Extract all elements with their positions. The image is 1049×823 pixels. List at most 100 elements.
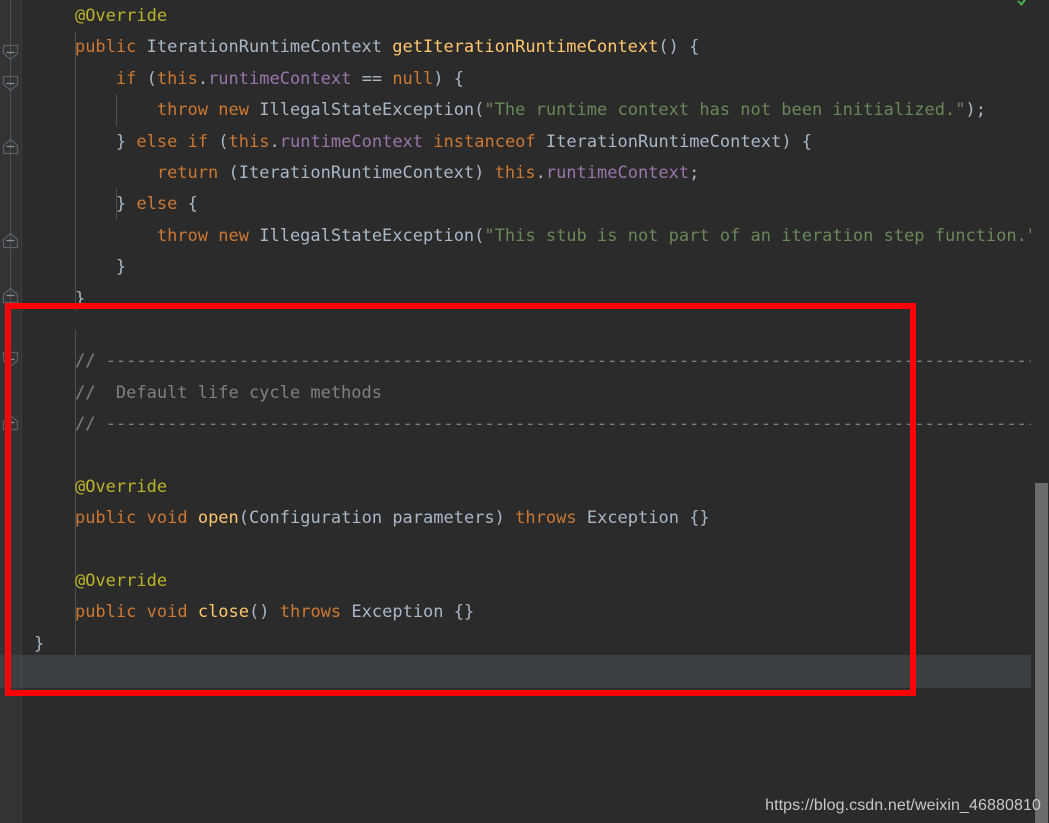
code-token: "The runtime context has not been initia… bbox=[484, 100, 966, 121]
code-token: this bbox=[228, 131, 270, 152]
code-token: else bbox=[136, 194, 178, 215]
code-text-area[interactable]: @Override public IterationRuntimeContext… bbox=[22, 0, 1031, 655]
code-line: public IterationRuntimeContext getIterat… bbox=[34, 32, 1031, 63]
code-token: } bbox=[115, 257, 127, 278]
code-line: if (this.runtimeContext == null) { bbox=[34, 64, 1031, 95]
code-token: ( bbox=[474, 225, 485, 246]
code-token: {} bbox=[678, 508, 710, 529]
horizontal-scrollbar[interactable] bbox=[0, 655, 1031, 688]
code-token: IterationRuntimeContext bbox=[146, 37, 383, 58]
code-token: IterationRuntimeContext bbox=[545, 131, 782, 152]
code-token: } bbox=[74, 288, 86, 309]
code-token: throws bbox=[515, 508, 577, 529]
vertical-scrollbar-thumb[interactable] bbox=[1035, 483, 1048, 823]
code-token: } bbox=[115, 131, 137, 152]
code-token: new bbox=[218, 100, 249, 121]
code-token: ( bbox=[136, 68, 157, 89]
code-token: @Override bbox=[74, 571, 168, 592]
code-token: Exception bbox=[351, 602, 444, 623]
code-line: // -------------------------------------… bbox=[34, 409, 1031, 440]
code-token: ( bbox=[474, 100, 485, 121]
code-line: // -------------------------------------… bbox=[34, 346, 1031, 377]
code-token: // -------------------------------------… bbox=[74, 414, 1031, 435]
code-token: void bbox=[146, 508, 188, 529]
code-token: ( bbox=[208, 131, 229, 152]
fold-close-icon[interactable] bbox=[2, 287, 19, 304]
inspection-check-icon[interactable] bbox=[1015, 0, 1031, 10]
code-token: } bbox=[34, 633, 45, 654]
code-token: Configuration parameters bbox=[249, 508, 495, 529]
code-token: void bbox=[146, 602, 188, 623]
code-token: "This stub is not part of an iteration s… bbox=[484, 225, 1031, 246]
code-token: this bbox=[494, 162, 536, 183]
hscrollbar-divider bbox=[21, 655, 22, 688]
code-token: {} bbox=[443, 602, 475, 623]
code-token: () bbox=[249, 602, 280, 623]
code-line: } else { bbox=[34, 189, 1031, 220]
code-line: return (IterationRuntimeContext) this.ru… bbox=[34, 158, 1031, 189]
code-token: this bbox=[156, 68, 198, 89]
code-line: @Override bbox=[34, 472, 1031, 503]
code-token: // Default life cycle methods bbox=[74, 382, 382, 403]
code-token: new bbox=[218, 225, 249, 246]
fold-open-icon[interactable] bbox=[2, 351, 19, 368]
code-token: ( bbox=[238, 508, 250, 529]
gutter-bottom-strip bbox=[0, 688, 22, 823]
code-token: Exception bbox=[586, 508, 679, 529]
code-token: @Override bbox=[74, 6, 168, 26]
code-token: ; bbox=[689, 162, 700, 183]
code-token: @Override bbox=[74, 476, 168, 497]
fold-close-icon[interactable] bbox=[2, 414, 19, 431]
source-code[interactable]: @Override public IterationRuntimeContext… bbox=[22, 0, 1031, 655]
code-token: open bbox=[197, 508, 239, 529]
code-token: IterationRuntimeContext bbox=[238, 162, 475, 183]
fold-close-icon[interactable] bbox=[2, 138, 19, 155]
code-token: runtimeContext bbox=[545, 162, 690, 183]
code-token: runtimeContext bbox=[279, 131, 424, 152]
gutter-bottom-strip-divider bbox=[21, 688, 22, 823]
code-token: . bbox=[535, 162, 546, 183]
code-token: instanceof bbox=[433, 131, 536, 152]
code-line: } bbox=[34, 252, 1031, 283]
code-token: } bbox=[115, 194, 137, 215]
vertical-scrollbar-track[interactable] bbox=[1031, 0, 1049, 823]
code-token: { bbox=[177, 194, 198, 215]
watermark-url: https://blog.csdn.net/weixin_46880810 bbox=[765, 797, 1041, 814]
code-line: throw new IllegalStateException("The run… bbox=[34, 95, 1031, 126]
fold-open-icon[interactable] bbox=[2, 44, 19, 61]
code-token: return bbox=[156, 162, 219, 183]
code-line: } else if (this.runtimeContext instanceo… bbox=[34, 127, 1031, 158]
code-token: ); bbox=[965, 100, 986, 121]
code-token: else bbox=[136, 131, 178, 152]
fold-open-icon[interactable] bbox=[2, 75, 19, 92]
editor-gutter[interactable] bbox=[0, 0, 22, 688]
code-token: runtimeContext bbox=[208, 68, 352, 89]
code-token: () { bbox=[658, 37, 700, 58]
code-token: getIterationRuntimeContext bbox=[392, 37, 659, 58]
fold-close-icon[interactable] bbox=[2, 232, 19, 249]
code-line: @Override bbox=[34, 1, 1031, 32]
code-token: ) { bbox=[781, 131, 813, 152]
code-token: // -------------------------------------… bbox=[74, 351, 1031, 372]
code-line: } bbox=[34, 284, 1031, 315]
code-token: IllegalStateException bbox=[259, 225, 475, 246]
code-token: ) bbox=[494, 508, 516, 529]
code-token: . bbox=[269, 131, 280, 152]
code-token: ) { bbox=[433, 68, 464, 89]
code-line: @Override bbox=[34, 566, 1031, 597]
code-line: } bbox=[34, 629, 1031, 655]
code-token: null bbox=[392, 68, 434, 89]
